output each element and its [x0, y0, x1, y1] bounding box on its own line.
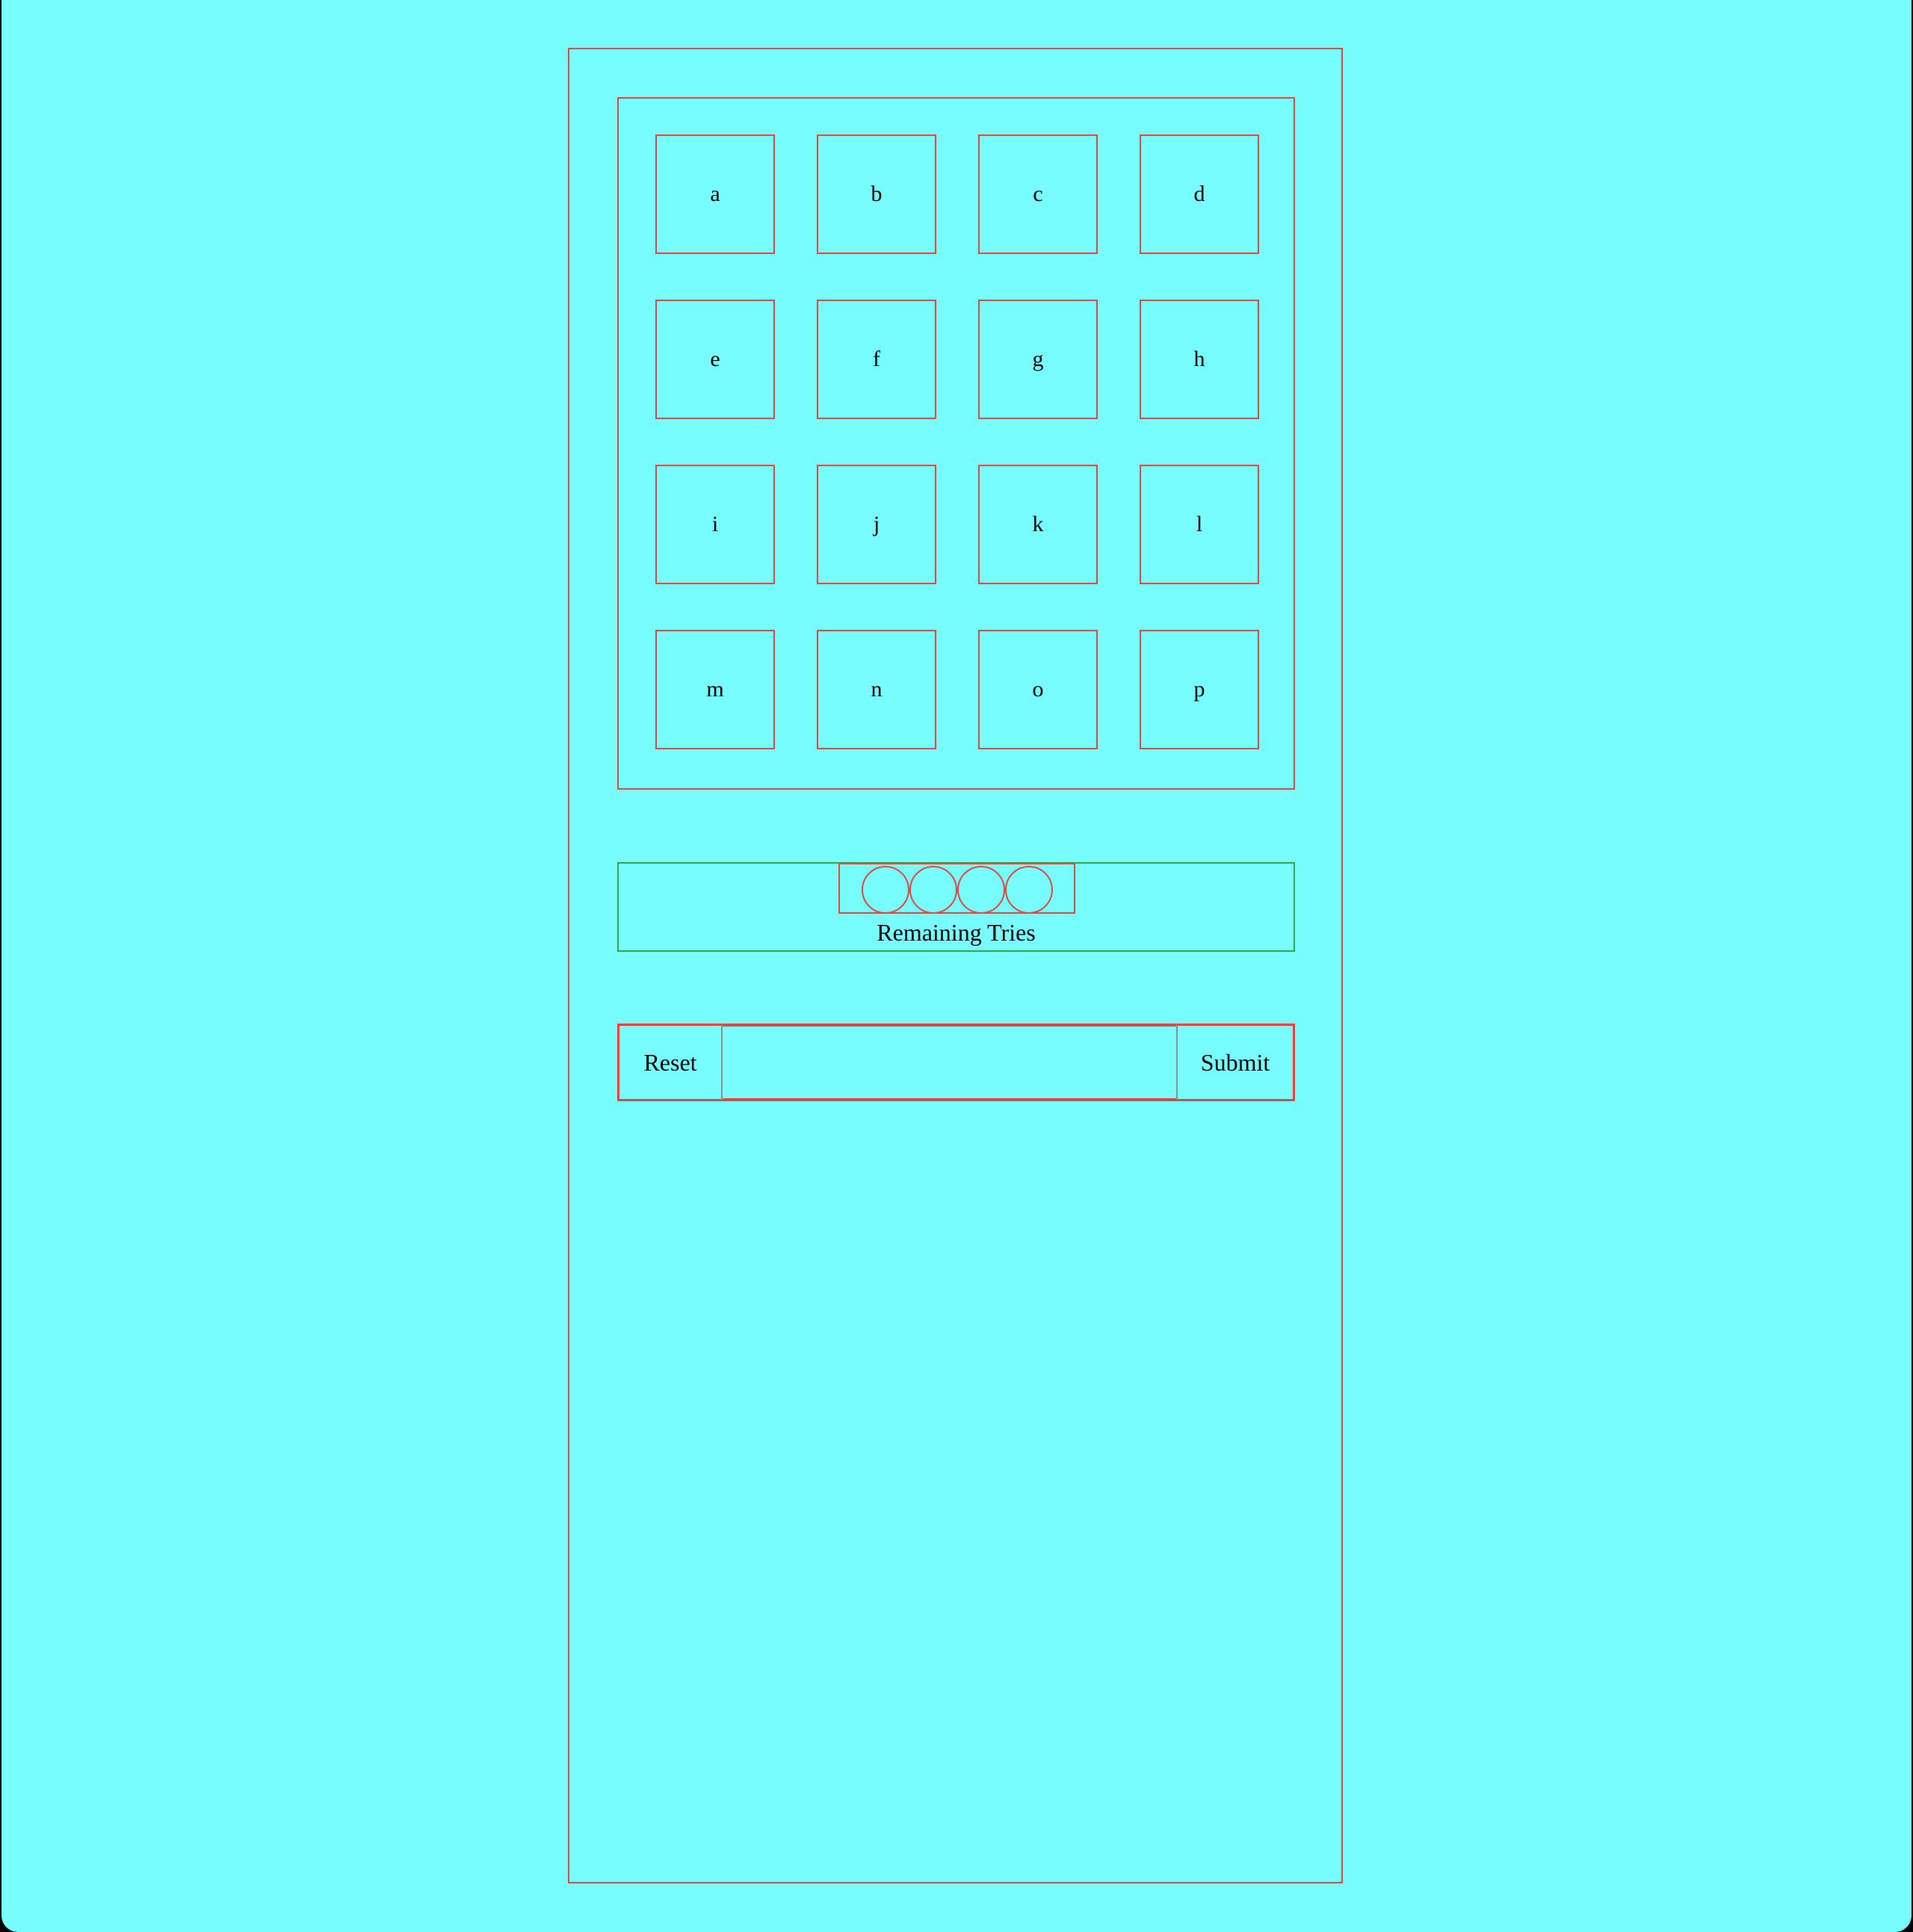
letter-tile-g[interactable]: g: [978, 300, 1098, 419]
letter-tile-d[interactable]: d: [1140, 134, 1259, 254]
remaining-tries-label: Remaining Tries: [877, 919, 1036, 946]
letter-tile-p[interactable]: p: [1140, 630, 1259, 749]
letter-tile-f[interactable]: f: [817, 300, 936, 419]
reset-button[interactable]: Reset: [619, 1025, 723, 1100]
letter-tile-k[interactable]: k: [978, 465, 1098, 584]
letter-tile-n[interactable]: n: [817, 630, 936, 749]
letter-tile-j[interactable]: j: [817, 465, 936, 584]
letter-tile-a[interactable]: a: [655, 134, 775, 254]
submit-button[interactable]: Submit: [1176, 1025, 1293, 1100]
letter-tile-m[interactable]: m: [655, 630, 775, 749]
letter-tile-i[interactable]: i: [655, 465, 775, 584]
answer-display: [723, 1025, 1176, 1100]
letter-tile-o[interactable]: o: [978, 630, 1098, 749]
try-dot-1: [862, 866, 909, 914]
try-dot-3: [957, 866, 1005, 914]
letter-tile-c[interactable]: c: [978, 134, 1098, 254]
try-dot-4: [1005, 866, 1053, 914]
letter-tile-e[interactable]: e: [655, 300, 775, 419]
letter-tile-b[interactable]: b: [817, 134, 936, 254]
try-dot-2: [909, 866, 957, 914]
letter-tile-l[interactable]: l: [1140, 465, 1259, 584]
letter-tile-h[interactable]: h: [1140, 300, 1259, 419]
